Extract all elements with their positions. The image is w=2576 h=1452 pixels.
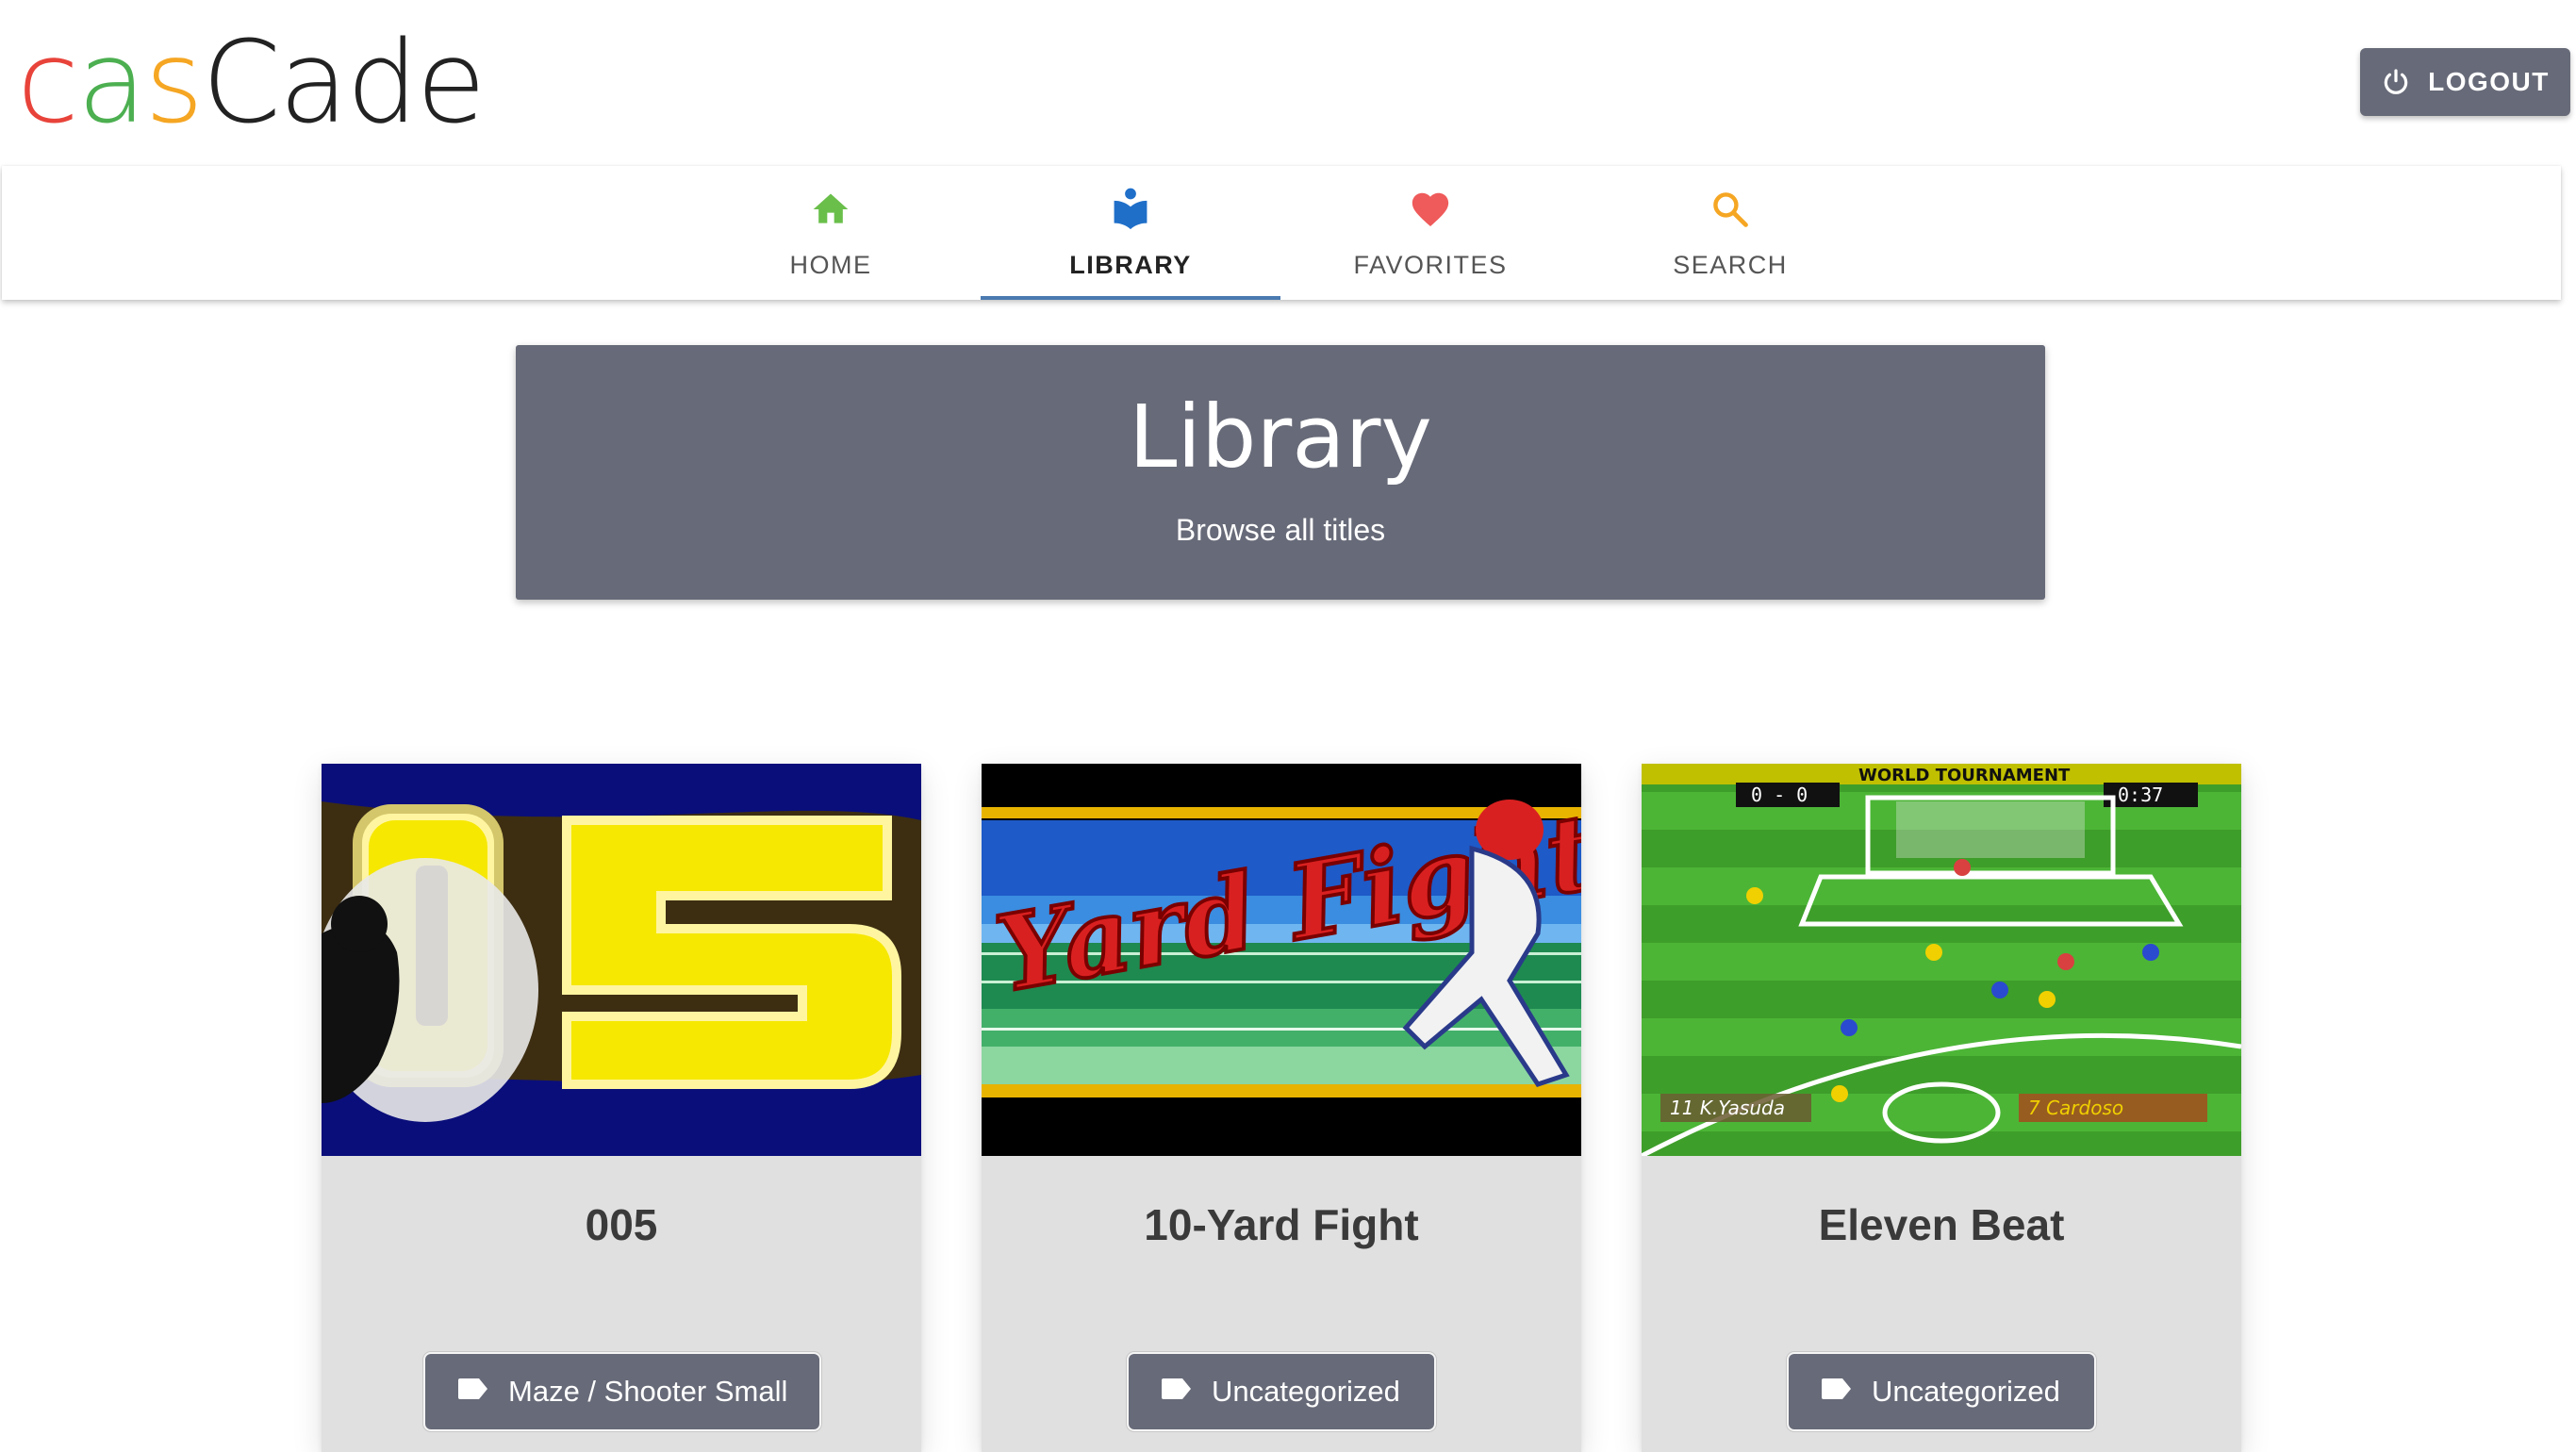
tab-label: SEARCH bbox=[1673, 251, 1788, 279]
game-thumbnail bbox=[322, 764, 921, 1156]
tab-favorites[interactable]: FAVORITES bbox=[1280, 166, 1580, 300]
brand-letter-c: c bbox=[17, 18, 79, 149]
game-thumbnail: Yard Fight bbox=[982, 764, 1581, 1156]
category-tag-button[interactable]: Uncategorized bbox=[1789, 1354, 2094, 1429]
heart-icon bbox=[1409, 183, 1452, 236]
logout-button[interactable]: LOGOUT bbox=[2360, 48, 2570, 116]
category-tag-button[interactable]: Uncategorized bbox=[1129, 1354, 1434, 1429]
thumb-banner-text: WORLD TOURNAMENT bbox=[1858, 766, 2071, 785]
game-title: 10-Yard Fight bbox=[1144, 1200, 1419, 1249]
tag-icon bbox=[1161, 1375, 1193, 1409]
library-banner: Library Browse all titles bbox=[516, 345, 2045, 600]
game-title: 005 bbox=[585, 1200, 658, 1249]
thumb-player-right: 7 Cardoso bbox=[2028, 1097, 2123, 1119]
main-nav-tabs: HOME LIBRARY FAVORITES SEARCH bbox=[2, 166, 2561, 300]
thumb-score-text: 0 - 0 bbox=[1751, 784, 1808, 806]
tag-label: Maze / Shooter Small bbox=[508, 1375, 788, 1408]
tab-library[interactable]: LIBRARY bbox=[981, 166, 1280, 300]
brand-letter-s: s bbox=[144, 18, 205, 149]
tag-icon bbox=[1821, 1375, 1853, 1409]
brand-word-cade: Cade bbox=[202, 18, 486, 149]
thumb-player-left: 11 K.Yasuda bbox=[1670, 1097, 1785, 1119]
game-thumbnail: WORLD TOURNAMENT 0 - 0 0:37 11 K.Yasuda … bbox=[1642, 764, 2241, 1156]
tab-label: LIBRARY bbox=[1069, 251, 1192, 279]
brand-logo[interactable]: casCade bbox=[17, 13, 486, 155]
game-card-005[interactable]: 005 Maze / Shooter Small bbox=[322, 764, 921, 1452]
tag-label: Uncategorized bbox=[1212, 1375, 1400, 1408]
search-icon bbox=[1709, 183, 1751, 236]
thumb-clock-text: 0:37 bbox=[2118, 784, 2163, 806]
game-card-10-yard-fight[interactable]: Yard Fight 10-Yard Fight Uncategorized bbox=[982, 764, 1581, 1452]
brand-letter-a: a bbox=[76, 18, 147, 149]
page-title: Library bbox=[1129, 387, 1432, 487]
tag-icon bbox=[457, 1375, 489, 1409]
tag-label: Uncategorized bbox=[1872, 1375, 2060, 1408]
logout-label: LOGOUT bbox=[2428, 67, 2550, 96]
game-card-eleven-beat[interactable]: WORLD TOURNAMENT 0 - 0 0:37 11 K.Yasuda … bbox=[1642, 764, 2241, 1452]
game-title: Eleven Beat bbox=[1818, 1200, 2065, 1249]
category-tag-button[interactable]: Maze / Shooter Small bbox=[425, 1354, 819, 1429]
tab-search[interactable]: SEARCH bbox=[1580, 166, 1880, 300]
library-icon bbox=[1110, 183, 1151, 236]
tab-home[interactable]: HOME bbox=[681, 166, 981, 300]
tab-label: FAVORITES bbox=[1353, 251, 1508, 279]
page-subtitle: Browse all titles bbox=[1175, 513, 1386, 547]
power-icon bbox=[2381, 67, 2411, 97]
tab-label: HOME bbox=[789, 251, 872, 279]
home-icon bbox=[810, 183, 851, 236]
